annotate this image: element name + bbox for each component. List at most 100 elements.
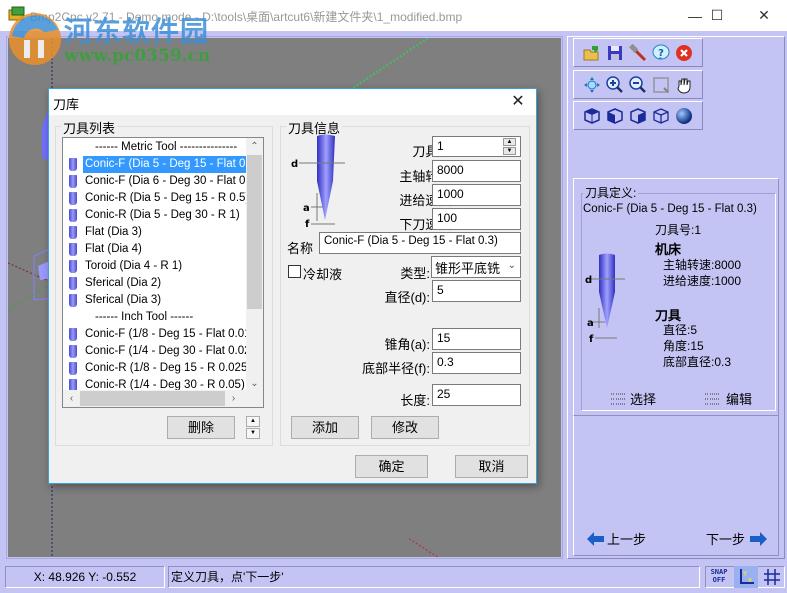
list-item[interactable]: Sferical (Dia 3)	[69, 292, 163, 309]
view-render-icon[interactable]	[675, 107, 693, 125]
tool-bit-icon	[69, 175, 77, 188]
plunge-rate-input[interactable]: 100	[432, 208, 521, 230]
zoom-window-icon[interactable]	[652, 76, 670, 94]
length-input[interactable]: 25	[432, 384, 521, 406]
exit-icon[interactable]	[675, 44, 693, 62]
tool-definition-number: 刀具号:1	[655, 223, 702, 237]
list-item-label: Sferical (Dia 2)	[85, 277, 162, 289]
list-item-label: Conic-R (Dia 5 - Deg 15 - R 0.5)	[85, 192, 250, 204]
axis-toggle-icon[interactable]: Y x	[734, 566, 758, 588]
feed-rate-readout: 进给速度:1000	[663, 274, 742, 288]
view-front-icon[interactable]	[606, 107, 624, 125]
list-item[interactable]: Conic-F (1/4 - Deg 30 - Flat 0.025	[69, 343, 259, 360]
list-item[interactable]: Conic-R (1/8 - Deg 15 - R 0.025)	[69, 360, 253, 377]
list-item[interactable]: Conic-R (Dia 5 - Deg 15 - R 0.5)	[69, 190, 251, 207]
tool-bit-icon	[69, 362, 77, 375]
spin-down-icon[interactable]: ▼	[503, 147, 516, 155]
list-vertical-thumb[interactable]	[247, 155, 262, 309]
label-f: f	[305, 219, 310, 228]
axis-line-y2	[8, 282, 54, 311]
length-label: 长度:	[400, 393, 430, 408]
grid-toggle-icon[interactable]	[761, 566, 783, 588]
angle-input[interactable]: 15	[432, 328, 521, 350]
svg-text:?: ?	[658, 48, 664, 59]
list-vertical-scrollbar[interactable]: ⌃ ⌄	[246, 138, 263, 392]
maximize-icon: ☐	[710, 7, 724, 23]
snap-label: SNAP	[710, 568, 728, 576]
diameter-input[interactable]: 5	[432, 280, 521, 302]
add-tool-button[interactable]: 添加	[291, 416, 359, 439]
tool-bit-icon	[69, 277, 77, 290]
zoom-in-icon[interactable]	[606, 75, 624, 94]
hammer-icon[interactable]	[629, 43, 647, 62]
snap-toggle[interactable]: SNAP OFF	[708, 568, 730, 586]
scroll-up-icon[interactable]: ⌃	[246, 138, 263, 155]
bottom-radius-label: 底部半径(f):	[362, 361, 430, 376]
list-item-label: Conic-F (Dia 6 - Deg 30 - Flat 0.5)	[85, 175, 259, 187]
list-item-label: Flat (Dia 3)	[85, 226, 142, 238]
tool-number-spinner[interactable]: ▲ ▼	[503, 138, 518, 156]
list-item[interactable]: Conic-F (Dia 6 - Deg 30 - Flat 0.5)	[69, 173, 261, 190]
coolant-label[interactable]: 冷却液	[303, 264, 342, 283]
toolbar-row-file: ?	[573, 38, 703, 67]
next-step-button[interactable]: 下一步	[706, 529, 768, 548]
tool-bit-icon	[69, 243, 77, 256]
view-side-icon[interactable]	[629, 107, 647, 125]
svg-text:x: x	[748, 576, 752, 584]
reorder-spinner[interactable]: ▲ ▼	[246, 416, 260, 439]
list-item-label: Sferical (Dia 3)	[85, 294, 162, 306]
prev-step-button[interactable]: 上一步	[587, 529, 646, 548]
spindle-speed-input[interactable]: 8000	[432, 160, 521, 182]
status-message: 定义刀具，点'下一步'	[168, 566, 700, 588]
coolant-checkbox[interactable]	[288, 265, 301, 278]
fit-view-icon[interactable]	[583, 76, 601, 94]
spin-up-icon[interactable]: ▲	[503, 138, 516, 146]
dialog-close-button[interactable]: ✕	[506, 91, 530, 113]
edit-tool-button[interactable]: 编辑	[704, 389, 752, 408]
move-down-icon[interactable]: ▼	[246, 428, 260, 439]
open-icon[interactable]	[583, 44, 601, 62]
list-horizontal-scrollbar[interactable]: ‹ ›	[63, 390, 263, 407]
label-a: a	[587, 318, 594, 329]
select-tool-button[interactable]: 选择	[610, 389, 656, 408]
view-wireframe-icon[interactable]	[652, 107, 670, 125]
save-icon[interactable]	[606, 44, 624, 62]
move-up-icon[interactable]: ▲	[246, 416, 260, 427]
tool-type-select[interactable]: 锥形平底铣 ⌄	[431, 256, 521, 278]
list-horizontal-thumb[interactable]	[80, 391, 225, 406]
tool-listbox[interactable]: ------ Metric Tool --------------- Conic-…	[62, 137, 264, 408]
angle-label: 锥角(a):	[384, 337, 430, 352]
delete-tool-button[interactable]: 删除	[167, 416, 235, 439]
list-item[interactable]: Conic-F (1/8 - Deg 15 - Flat 0.01)	[69, 326, 256, 343]
list-item[interactable]: Conic-R (Dia 5 - Deg 30 - R 1)	[69, 207, 242, 224]
cancel-button[interactable]: 取消	[455, 455, 528, 478]
bottom-radius-input[interactable]: 0.3	[432, 352, 521, 374]
modify-tool-button[interactable]: 修改	[371, 416, 439, 439]
ok-button[interactable]: 确定	[355, 455, 428, 478]
tool-name-label: 名称	[287, 241, 314, 256]
label-d: d	[291, 159, 298, 170]
next-step-label: 下一步	[706, 532, 746, 547]
tool-shape	[599, 253, 615, 328]
list-item[interactable]: Sferical (Dia 2)	[69, 275, 163, 292]
maximize-button[interactable]: ☐	[694, 0, 740, 31]
view-top-icon[interactable]	[583, 107, 601, 125]
feed-rate-input[interactable]: 1000	[432, 184, 521, 206]
scroll-right-icon[interactable]: ›	[225, 390, 242, 407]
label-d: d	[585, 275, 592, 286]
diameter-label: 直径(d):	[384, 290, 430, 305]
list-item[interactable]: Flat (Dia 3)	[69, 224, 144, 241]
scroll-left-icon[interactable]: ‹	[63, 390, 80, 407]
list-item[interactable]: Toroid (Dia 4 - R 1)	[69, 258, 184, 275]
close-window-button[interactable]: ✕	[741, 0, 787, 31]
list-item-label: Flat (Dia 4)	[85, 243, 142, 255]
tool-type-value: 锥形平底铣	[435, 261, 501, 276]
pan-hand-icon[interactable]	[675, 76, 693, 94]
help-icon[interactable]: ?	[652, 44, 670, 62]
list-item[interactable]: Conic-F (Dia 5 - Deg 15 - Flat 0.3)	[69, 156, 261, 173]
zoom-out-icon[interactable]	[629, 75, 647, 94]
list-item-label: ------ Inch Tool ------	[95, 311, 194, 323]
list-item[interactable]: Flat (Dia 4)	[69, 241, 144, 258]
arrow-right-icon	[750, 531, 768, 546]
tool-name-input[interactable]: Conic-F (Dia 5 - Deg 15 - Flat 0.3)	[319, 232, 521, 254]
